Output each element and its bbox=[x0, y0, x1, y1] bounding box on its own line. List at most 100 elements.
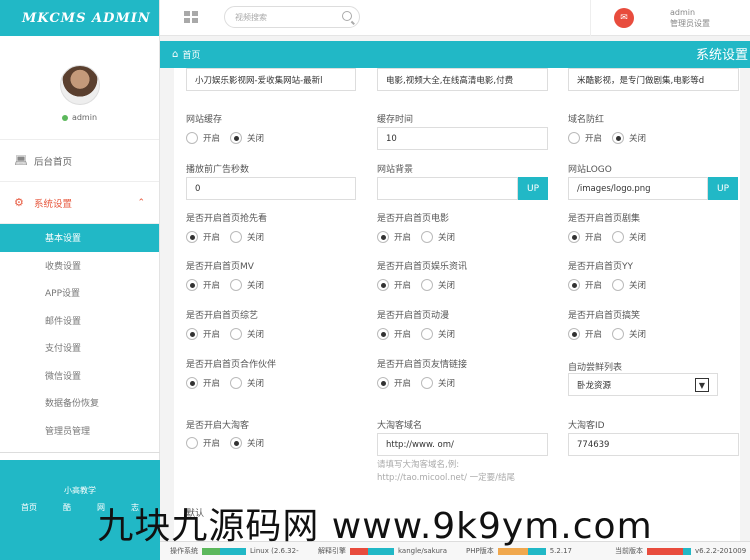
radio-on-option[interactable]: 开启 bbox=[186, 279, 220, 291]
ad-seconds-input[interactable]: 0 bbox=[186, 177, 356, 200]
radio-on-option[interactable]: 开启 bbox=[377, 377, 411, 389]
radio-on-option[interactable]: 开启 bbox=[186, 231, 220, 243]
radio-icon[interactable] bbox=[230, 328, 243, 340]
radio-label: 关闭 bbox=[629, 281, 647, 291]
sidebar-subitem-payment[interactable]: 支付设置 bbox=[0, 334, 159, 362]
radio-label: 开启 bbox=[394, 233, 412, 243]
radio-icon[interactable] bbox=[186, 279, 198, 291]
radio-icon[interactable] bbox=[230, 279, 243, 291]
radio-off-option[interactable]: 关闭 bbox=[612, 132, 646, 144]
sidebar-subitem-mail[interactable]: 邮件设置 bbox=[0, 307, 159, 335]
radio-off-option[interactable]: 关闭 bbox=[421, 328, 455, 340]
taoke-id-input[interactable]: 774639 bbox=[568, 433, 739, 456]
sidebar-subitem-basic[interactable]: 基本设置 bbox=[0, 224, 159, 252]
radio-icon[interactable] bbox=[568, 328, 580, 340]
radio-icon[interactable] bbox=[186, 231, 198, 243]
radio-icon[interactable] bbox=[421, 328, 434, 340]
avatar[interactable] bbox=[59, 65, 100, 105]
radio-icon[interactable] bbox=[186, 132, 198, 144]
radio-off-option[interactable]: 关闭 bbox=[421, 231, 455, 243]
toggle-label: 是否开启首页MV bbox=[186, 262, 254, 272]
bg-input[interactable] bbox=[377, 177, 518, 200]
radio-off-option[interactable]: 关闭 bbox=[612, 279, 646, 291]
radio-on-option[interactable]: 开启 bbox=[186, 437, 220, 449]
radio-on-option[interactable]: 开启 bbox=[186, 377, 220, 389]
radio-icon[interactable] bbox=[230, 231, 243, 243]
radio-off-option[interactable]: 关闭 bbox=[230, 279, 264, 291]
logo-upload-button[interactable]: UP bbox=[708, 177, 738, 200]
footer-link[interactable]: 首页 bbox=[21, 502, 37, 513]
status-value: kangle/sakura bbox=[398, 547, 448, 555]
radio-off-option[interactable]: 关闭 bbox=[421, 377, 455, 389]
radio-off-option[interactable]: 关闭 bbox=[230, 132, 264, 144]
radio-on-option[interactable]: 开启 bbox=[377, 231, 411, 243]
radio-icon[interactable] bbox=[568, 231, 580, 243]
radio-icon[interactable] bbox=[186, 328, 198, 340]
mail-icon[interactable]: ✉ bbox=[614, 8, 634, 28]
radio-off-option[interactable]: 关闭 bbox=[230, 231, 264, 243]
admin-menu[interactable]: admin 管理员设置 bbox=[670, 7, 710, 29]
sidebar-subitem-wechat[interactable]: 微信设置 bbox=[0, 362, 159, 390]
radio-icon[interactable] bbox=[612, 328, 625, 340]
sidebar-subitem-admins[interactable]: 管理员管理 bbox=[0, 417, 159, 445]
radio-on-option[interactable]: 开启 bbox=[186, 328, 220, 340]
site-keywords-input[interactable]: 电影,视频大全,在线高清电影,付费 bbox=[377, 68, 548, 91]
sidebar-item-dashboard[interactable]: 💻︎ 后台首页 bbox=[0, 140, 159, 182]
site-title-input[interactable]: 小刀娱乐影视网-爱收集网站-最新l bbox=[186, 68, 356, 91]
sidebar-item-system-settings[interactable]: ⚙ 系统设置 ⌃ bbox=[0, 182, 159, 224]
radio-on-option[interactable]: 开启 bbox=[568, 132, 602, 144]
site-description-input[interactable]: 米酷影视，是专门做剧集,电影等d bbox=[568, 68, 739, 91]
sidebar-subitem-app[interactable]: APP设置 bbox=[0, 279, 159, 307]
radio-icon[interactable] bbox=[186, 437, 198, 449]
radio-on-option[interactable]: 开启 bbox=[568, 279, 602, 291]
sidebar-subitem-backup[interactable]: 数据备份恢复 bbox=[0, 389, 159, 417]
radio-icon[interactable] bbox=[568, 132, 580, 144]
radio-off-option[interactable]: 关闭 bbox=[421, 279, 455, 291]
grid-menu-icon[interactable] bbox=[184, 11, 198, 23]
radio-icon[interactable] bbox=[230, 437, 243, 449]
radio-icon[interactable] bbox=[377, 231, 389, 243]
status-bar-graphic bbox=[497, 547, 546, 555]
app-logo[interactable]: MKCMS ADMIN bbox=[0, 0, 159, 36]
radio-on-option[interactable]: 开启 bbox=[186, 132, 220, 144]
radio-off-option[interactable]: 关闭 bbox=[230, 437, 264, 449]
radio-off-option[interactable]: 关闭 bbox=[612, 231, 646, 243]
search-input[interactable] bbox=[224, 6, 360, 28]
search-icon[interactable] bbox=[342, 11, 352, 21]
radio-on-option[interactable]: 开启 bbox=[377, 328, 411, 340]
bg-upload-button[interactable]: UP bbox=[518, 177, 548, 200]
radio-icon[interactable] bbox=[612, 132, 625, 144]
cache-time-input[interactable]: 10 bbox=[377, 127, 548, 150]
breadcrumb-home[interactable]: 首页 bbox=[182, 48, 200, 61]
taoke-domain-input[interactable]: http://www. om/ bbox=[377, 433, 548, 456]
radio-icon[interactable] bbox=[421, 231, 434, 243]
laptop-icon: 💻︎ bbox=[14, 154, 28, 167]
radio-off-option[interactable]: 关闭 bbox=[230, 328, 264, 340]
radio-icon[interactable] bbox=[186, 377, 198, 389]
chevron-down-icon[interactable]: ▼ bbox=[695, 378, 709, 392]
radio-icon[interactable] bbox=[230, 377, 243, 389]
radio-off-option[interactable]: 关闭 bbox=[230, 377, 264, 389]
radio-icon[interactable] bbox=[421, 279, 434, 291]
footer-link[interactable]: 网 bbox=[97, 502, 105, 513]
radio-on-option[interactable]: 开启 bbox=[568, 231, 602, 243]
logo-input[interactable]: /images/logo.png bbox=[568, 177, 708, 200]
radio-on-option[interactable]: 开启 bbox=[568, 328, 602, 340]
auto-list-select[interactable]: 卧龙资源 ▼ bbox=[568, 373, 718, 396]
radio-icon[interactable] bbox=[377, 279, 389, 291]
radio-icon[interactable] bbox=[377, 377, 389, 389]
radio-icon[interactable] bbox=[568, 279, 580, 291]
footer-link[interactable]: 志 bbox=[131, 502, 139, 513]
radio-icon[interactable] bbox=[612, 231, 625, 243]
radio-icon[interactable] bbox=[421, 377, 434, 389]
radio-off-option[interactable]: 关闭 bbox=[612, 328, 646, 340]
anti-red-radio-group: 开启 关闭 bbox=[568, 132, 656, 144]
toggle-radio-group: 开启 关闭 bbox=[568, 328, 656, 340]
radio-icon[interactable] bbox=[612, 279, 625, 291]
radio-on-option[interactable]: 开启 bbox=[377, 279, 411, 291]
radio-icon[interactable] bbox=[230, 132, 243, 144]
radio-icon[interactable] bbox=[377, 328, 389, 340]
sidebar-subitem-charge[interactable]: 收费设置 bbox=[0, 252, 159, 280]
toggle-label: 是否开启首页剧集 bbox=[568, 214, 641, 224]
footer-link[interactable]: 酷 bbox=[63, 502, 71, 513]
